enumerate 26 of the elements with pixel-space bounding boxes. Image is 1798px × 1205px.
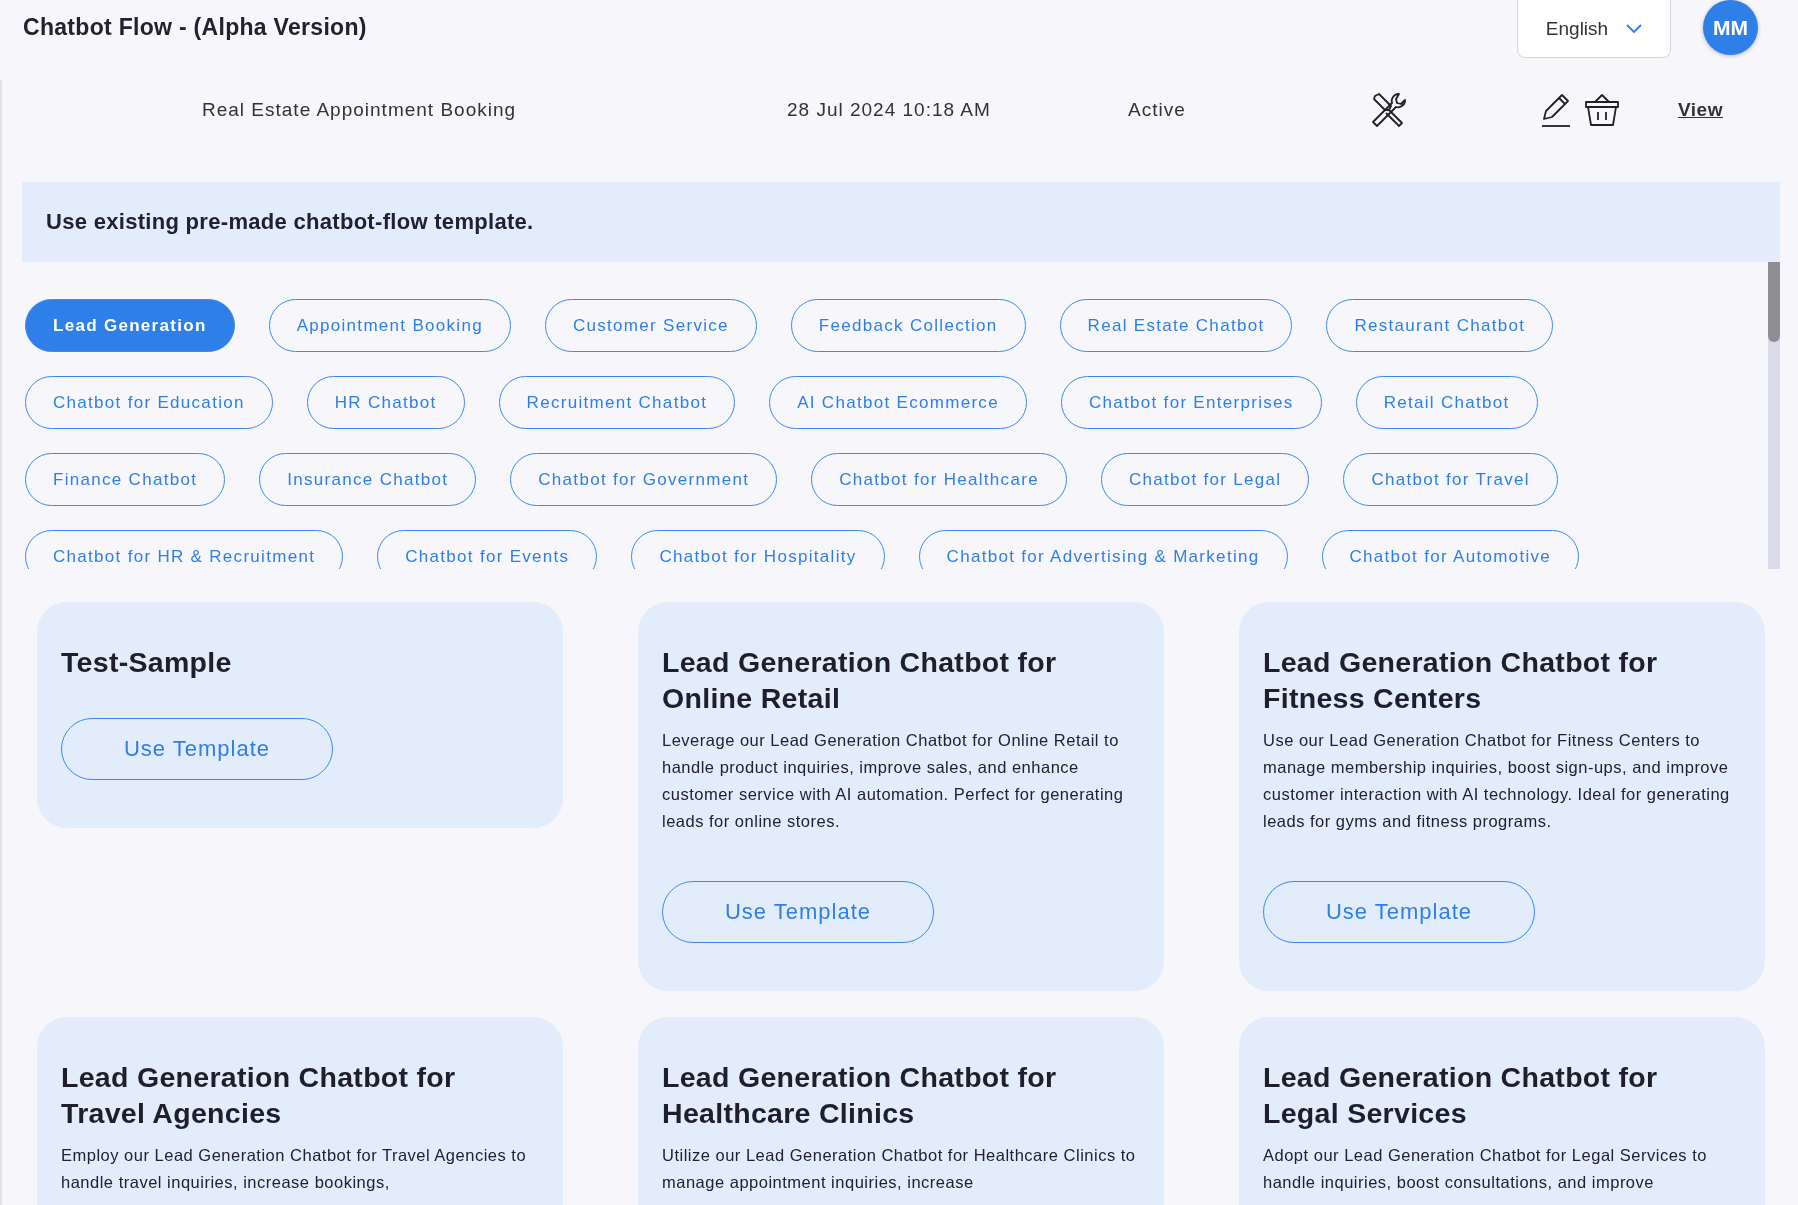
user-avatar[interactable]: MM — [1703, 0, 1758, 55]
template-description: Utilize our Lead Generation Chatbot for Healthcare Clinics to manage appointment inquiries, increase — [662, 1145, 1137, 1193]
template-description: Employ our Lead Generation Chatbot for Travel Agencies to handle travel inquiries, increase bookings, — [61, 1145, 528, 1193]
edit-icon[interactable] — [1540, 92, 1572, 128]
chevron-down-icon — [1626, 23, 1643, 34]
category-chip[interactable]: Lead Generation — [25, 299, 235, 352]
app-title: Chatbot Flow - (Alpha Version) — [23, 14, 368, 41]
template-title: Test-Sample — [61, 645, 233, 680]
language-dropdown[interactable]: English — [1517, 0, 1671, 58]
template-description: Use our Lead Generation Chatbot for Fitness Centers to manage membership inquiries, boost sign-ups, and improve customer interaction with AI technology. Ideal for generating leads for gyms and fitness programs. — [1263, 730, 1731, 832]
template-description: Leverage our Lead Generation Chatbot for Online Retail to handle product inquiries, improve sales, and enhance customer service with AI automation. Perfect for generating leads for online stores. — [662, 730, 1125, 832]
flow-name: Real Estate Appointment Booking — [202, 99, 518, 121]
scrollbar-thumb[interactable] — [1768, 262, 1780, 342]
view-link[interactable]: View — [1678, 99, 1723, 121]
flow-status: Active — [1128, 99, 1187, 121]
template-description: Adopt our Lead Generation Chatbot for Legal Services to handle inquiries, boost consultations, and improve — [1263, 1145, 1708, 1193]
flow-date: 28 Jul 2024 10:18 AM — [787, 99, 992, 121]
template-title: Lead Generation Chatbot for Fitness Centers — [1263, 645, 1659, 716]
basket-icon[interactable] — [1584, 92, 1620, 128]
template-title: Lead Generation Chatbot for Travel Agencies — [61, 1060, 457, 1131]
template-title: Lead Generation Chatbot for Legal Services — [1263, 1060, 1659, 1131]
tools-icon[interactable] — [1369, 90, 1409, 130]
template-banner: Use existing pre-made chatbot-flow template. — [22, 182, 1780, 262]
template-title: Lead Generation Chatbot for Online Retail — [662, 645, 1058, 716]
template-title: Lead Generation Chatbot for Healthcare Clinics — [662, 1060, 1058, 1131]
scrollbar[interactable] — [1768, 262, 1780, 569]
